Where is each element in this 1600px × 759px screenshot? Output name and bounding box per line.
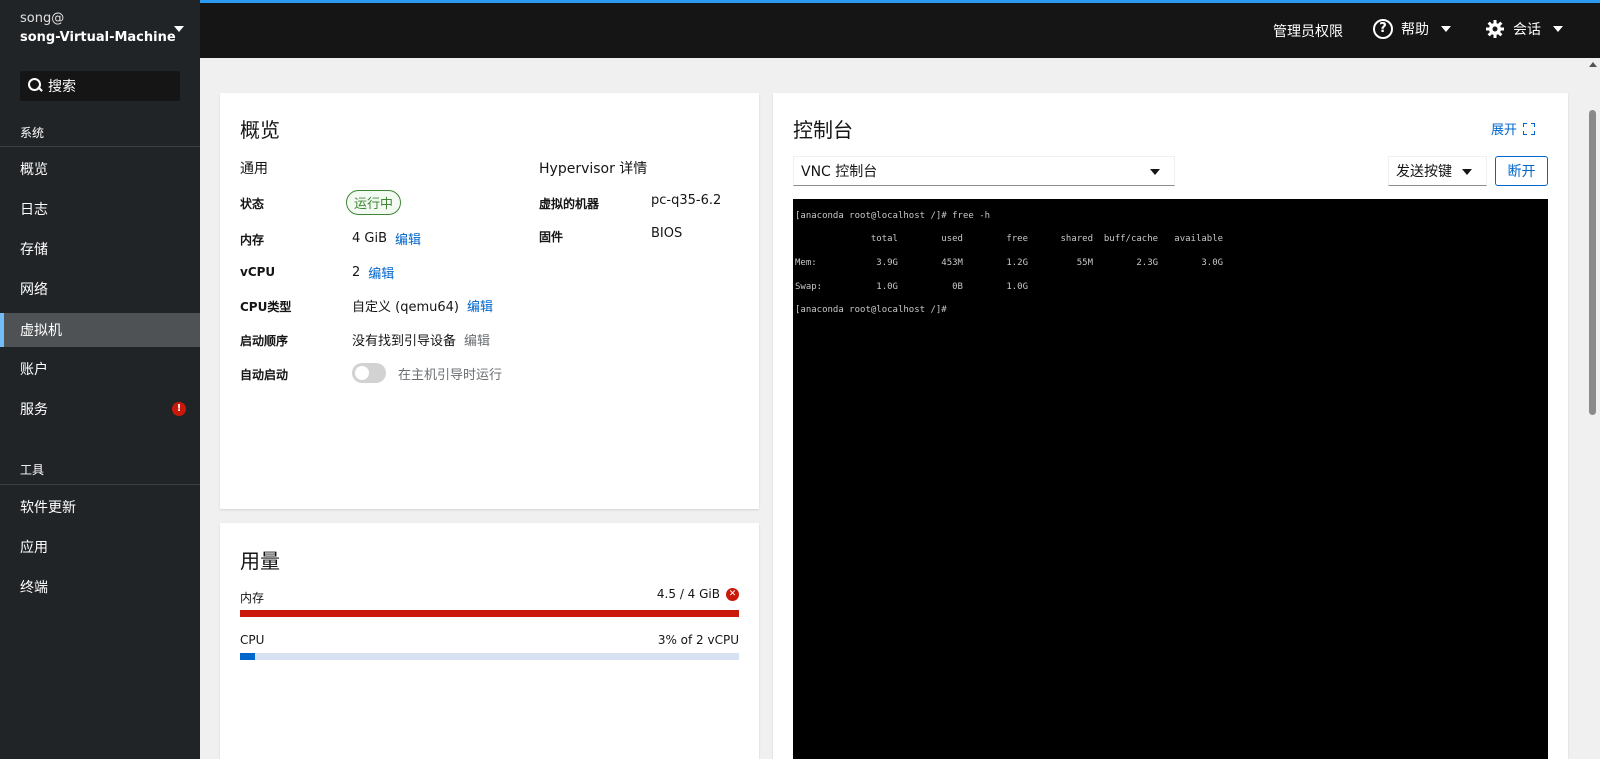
edit-cpu-type-link[interactable]: 编辑 [467,296,493,315]
sidebar: song@ song-Virtual-Machine 搜索 系统 概览 日志 存… [0,0,200,759]
edit-memory-link[interactable]: 编辑 [395,229,421,248]
terminal-line: total used free shared buff/cache availa… [795,234,1224,245]
session-label: 会话 [1513,22,1541,38]
memory-usage-fill [240,610,739,617]
disconnect-button[interactable]: 断开 [1495,156,1548,186]
autostart-text: 在主机引导时运行 [398,367,503,383]
firmware-value: BIOS [651,226,683,241]
edit-boot-order-link[interactable]: 编辑 [464,330,490,349]
sidebar-item-applications[interactable]: 应用 [0,530,200,564]
boot-order-label: 启动顺序 [240,334,289,348]
cpu-type-label: CPU类型 [240,300,292,314]
search-icon [26,77,44,95]
sidebar-item-logs[interactable]: 日志 [0,192,200,226]
cpu-usage-bar [240,653,739,660]
terminal-line: [anaconda root@localhost /]# free -h [795,210,991,221]
sidebar-item-label: 虚拟机 [20,323,62,339]
cpu-usage-fill [240,653,255,660]
send-key-select[interactable]: 发送按键 [1388,156,1487,186]
sidebar-item-label: 概览 [20,162,48,178]
sidebar-item-label: 软件更新 [20,500,76,516]
sidebar-item-accounts[interactable]: 账户 [0,352,200,386]
console-title: 控制台 [793,118,853,142]
autostart-label: 自动启动 [240,368,289,382]
sidebar-item-label: 日志 [20,202,48,218]
console-type-select[interactable]: VNC 控制台 [793,156,1175,186]
cpu-usage-label: CPU [240,633,265,647]
top-bar: 管理员权限 ? 帮助 会话 [200,0,1600,58]
sidebar-item-virtual-machines[interactable]: 虚拟机 [0,313,200,347]
warning-badge: ! [172,402,186,416]
help-label: 帮助 [1401,22,1429,38]
divider [0,146,200,147]
firmware-label: 固件 [539,230,564,244]
scroll-up-icon[interactable] [1589,62,1597,67]
divider [0,484,200,485]
sidebar-item-label: 服务 [20,402,48,418]
sidebar-item-label: 应用 [20,540,48,556]
help-icon: ? [1373,19,1393,39]
usage-title: 用量 [240,549,280,573]
edit-vcpu-link[interactable]: 编辑 [368,263,394,282]
host-name: song-Virtual-Machine [20,30,176,45]
chevron-down-icon [174,26,184,32]
machine-value: pc-q35-6.2 [651,193,722,208]
status-label: 状态 [240,197,265,211]
status-badge: 运行中 [346,190,402,215]
host-switcher[interactable]: song@ song-Virtual-Machine [20,11,190,51]
expand-icon [1523,122,1536,135]
memory-value: 4 GiB [352,231,388,246]
search-input[interactable]: 搜索 [20,71,180,101]
general-subtitle: 通用 [240,161,268,177]
sidebar-item-terminal[interactable]: 终端 [0,570,200,604]
session-menu-button[interactable]: 会话 [1485,19,1563,39]
error-icon: ✕ [726,587,739,601]
cpu-usage-value: 3% of 2 vCPU [657,633,739,647]
scrollbar[interactable] [1586,58,1600,759]
chevron-down-icon [1553,26,1563,32]
sidebar-item-label: 存储 [20,242,48,258]
chevron-down-icon [1150,169,1160,175]
admin-access-button[interactable]: 管理员权限 [1273,21,1343,41]
sidebar-item-label: 网络 [20,282,48,298]
sidebar-item-network[interactable]: 网络 [0,272,200,306]
sidebar-item-label: 终端 [20,580,48,596]
terminal-line: [anaconda root@localhost /]# [795,305,947,316]
memory-usage-label: 内存 [240,591,265,605]
terminal-line: Swap: 1.0G 0B 1.0G [795,281,1028,292]
expand-link[interactable]: 展开 [1491,119,1536,138]
section-label-tools: 工具 [20,463,45,477]
machine-label: 虚拟的机器 [539,197,600,211]
memory-label: 内存 [240,233,265,247]
vcpu-label: vCPU [240,265,276,279]
memory-usage-value: 4.5 / 4 GiB [656,587,720,601]
search-placeholder: 搜索 [48,79,76,95]
scroll-thumb[interactable] [1589,110,1596,415]
sidebar-item-overview[interactable]: 概览 [0,152,200,186]
send-key-label: 发送按键 [1396,164,1452,180]
autostart-toggle[interactable] [352,363,386,383]
hypervisor-subtitle: Hypervisor 详情 [539,161,648,177]
gear-icon [1486,20,1504,38]
boot-order-value: 没有找到引导设备 [352,334,457,349]
usage-card: 用量 内存 4.5 / 4 GiB ✕ CPU 3% of 2 vCPU [220,523,759,759]
console-type-value: VNC 控制台 [801,164,878,180]
overview-card: 概览 通用 Hypervisor 详情 状态 运行中 内存 4 GiB 编辑 v… [220,93,759,509]
host-user: song@ [20,11,65,26]
vnc-console-screen[interactable]: [anaconda root@localhost /]# free -h tot… [793,199,1548,759]
sidebar-item-storage[interactable]: 存储 [0,232,200,266]
overview-title: 概览 [240,118,280,142]
chevron-down-icon [1462,169,1472,175]
vcpu-value: 2 [352,265,361,280]
expand-label: 展开 [1491,123,1518,138]
cpu-type-value: 自定义 (qemu64) [352,300,459,315]
sidebar-item-services[interactable]: 服务 ! [0,392,200,426]
terminal-line: Mem: 3.9G 453M 1.2G 55M 2.3G 3.0G [795,257,1224,268]
memory-usage-bar [240,610,739,617]
sidebar-item-label: 账户 [20,362,48,378]
chevron-down-icon [1441,26,1451,32]
help-menu-button[interactable]: ? 帮助 [1373,19,1451,39]
sidebar-item-software-updates[interactable]: 软件更新 [0,490,200,524]
section-label-system: 系统 [20,126,45,140]
